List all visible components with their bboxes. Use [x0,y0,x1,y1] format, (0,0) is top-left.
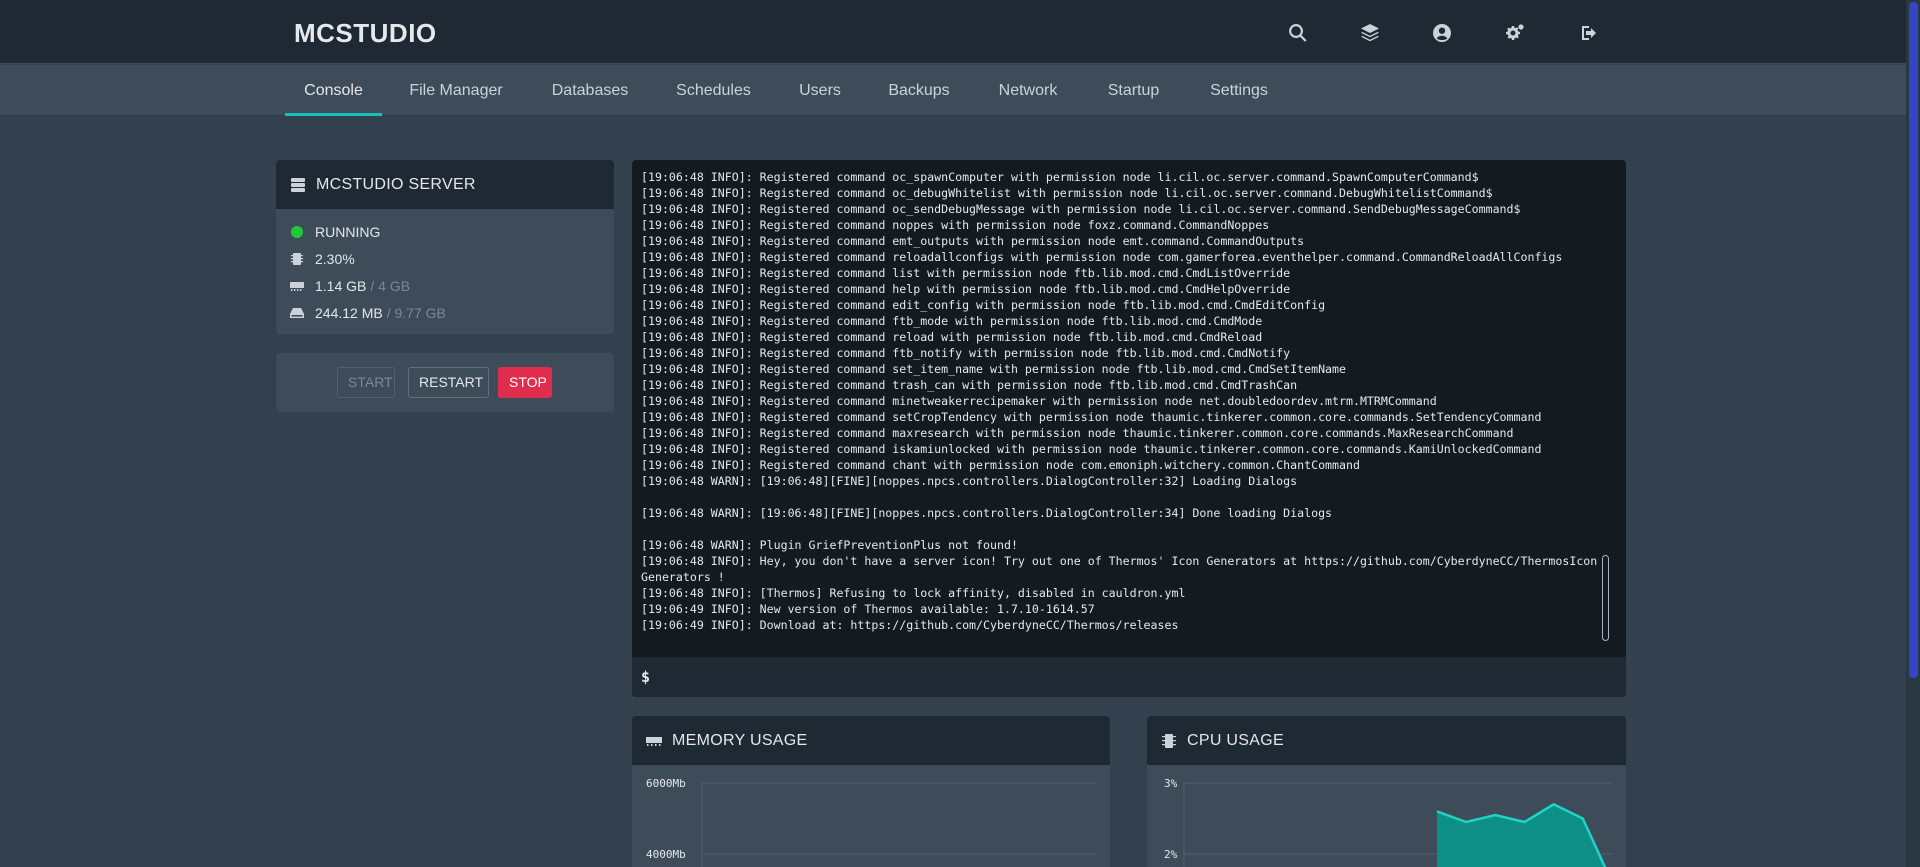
console-line: [19:06:48 INFO]: Registered command mine… [641,394,1437,408]
console-line: [19:06:48 INFO]: Registered command set_… [641,362,1346,376]
disk-used: 244.12 MB [315,305,383,321]
power-controls-card: START RESTART STOP [276,353,614,412]
layers-icon[interactable] [1357,20,1383,46]
server-title: MCSTUDIO SERVER [316,175,476,193]
tab-console[interactable]: Console [285,65,382,116]
server-nav: Console File Manager Databases Schedules… [0,65,1906,116]
console-line: [19:06:48 INFO]: [Thermos] Refusing to l… [641,586,1186,600]
console-line: [19:06:48 INFO]: Registered command edit… [641,298,1326,312]
tab-databases[interactable]: Databases [530,65,650,116]
memory-chart: 6000Mb 4000Mb [632,765,1110,867]
console-line: [19:06:48 INFO]: Hey, you don't have a s… [641,554,1598,584]
page-scrollbar-thumb[interactable] [1909,2,1918,678]
console-line: [19:06:48 WARN]: [19:06:48][FINE][noppes… [641,506,1333,520]
console-line: [19:06:48 INFO]: Registered command list… [641,266,1291,280]
start-button[interactable]: START [337,367,395,398]
memory-icon [290,279,304,293]
top-header: MCSTUDIO [0,0,1906,64]
console-line: [19:06:48 INFO]: Registered command relo… [641,250,1563,264]
tab-network[interactable]: Network [977,65,1079,116]
memory-ytick-0: 6000Mb [646,777,686,790]
console-line: [19:06:49 INFO]: Download at: https://gi… [641,618,1179,632]
cpu-usage-card: CPU USAGE 3% 2% [1147,716,1626,867]
console-line: [19:06:48 INFO]: Registered command oc_s… [641,202,1521,216]
tab-backups[interactable]: Backups [869,65,969,116]
cpu-value: 2.30% [315,251,355,267]
console-line: [19:06:48 INFO]: Registered command nopp… [641,218,1270,232]
cpu-ytick-1: 2% [1164,848,1178,861]
console-line: [19:06:48 INFO]: Registered command maxr… [641,426,1514,440]
console-line: [19:06:48 INFO]: Registered command ftb_… [641,314,1263,328]
console-line: [19:06:48 INFO]: Registered command ftb_… [641,346,1291,360]
memory-usage-header: MEMORY USAGE [632,716,1110,765]
memory-usage-card: MEMORY USAGE 6000Mb 4000Mb [632,716,1110,867]
console-line: [19:06:48 INFO]: Registered command help… [641,282,1291,296]
command-input[interactable] [658,662,1626,692]
microchip-icon [290,252,304,266]
console-line: [19:06:48 WARN]: Plugin GriefPreventionP… [641,538,1018,552]
server-info-header: MCSTUDIO SERVER [276,160,614,209]
tab-file-manager[interactable]: File Manager [391,65,521,116]
stop-button[interactable]: STOP [498,367,552,398]
tab-users[interactable]: Users [778,65,862,116]
memory-usage-title: MEMORY USAGE [672,731,808,749]
cpu-area-series [1437,804,1605,867]
status-row: RUNNING [290,222,380,242]
status-dot-icon [290,225,304,239]
cpu-row: 2.30% [290,249,355,269]
console-line: [19:06:48 INFO]: Registered command oc_d… [641,186,1493,200]
cpu-usage-header: CPU USAGE [1147,716,1626,765]
disk-row: 244.12 MB / 9.77 GB [290,303,446,323]
memory-ytick-1: 4000Mb [646,848,686,861]
memory-used: 1.14 GB [315,278,367,294]
search-icon[interactable] [1285,20,1311,46]
restart-button[interactable]: RESTART [408,367,489,398]
disk-limit: / 9.77 GB [386,305,446,321]
microchip-icon [1162,733,1176,748]
cpu-chart: 3% 2% [1147,765,1626,867]
server-info-card: MCSTUDIO SERVER RUNNING 2.30% 1.14 GB / … [276,160,614,334]
console-input-bar: $ [632,657,1626,697]
page-scrollbar[interactable] [1906,0,1920,867]
console-line: [19:06:48 INFO]: Registered command setC… [641,410,1542,424]
console-prompt: $ [641,668,651,686]
console-line: [19:06:48 INFO]: Registered command iska… [641,442,1542,456]
server-icon [291,177,305,192]
brand-title[interactable]: MCSTUDIO [294,18,437,49]
tab-schedules[interactable]: Schedules [658,65,769,116]
tab-settings[interactable]: Settings [1188,65,1290,116]
console-line: [19:06:48 INFO]: Registered command relo… [641,330,1263,344]
memory-row: 1.14 GB / 4 GB [290,276,410,296]
cpu-ytick-0: 3% [1164,777,1178,790]
cogs-icon[interactable] [1502,20,1528,46]
hdd-icon [290,306,304,320]
console-line: [19:06:48 WARN]: [19:06:48][FINE][noppes… [641,474,1298,488]
memory-limit: / 4 GB [370,278,411,294]
sign-out-icon[interactable] [1576,20,1602,46]
console-line: [19:06:48 INFO]: Registered command emt_… [641,234,1305,248]
tab-startup[interactable]: Startup [1086,65,1181,116]
console-log: [19:06:48 INFO]: Registered command oc_s… [641,169,1601,649]
memory-icon [646,736,662,746]
console-scrollbar-thumb[interactable] [1602,555,1609,641]
status-text: RUNNING [315,224,381,240]
console-panel: [19:06:48 INFO]: Registered command oc_s… [632,160,1626,697]
console-line: [19:06:48 INFO]: Registered command chan… [641,458,1360,472]
console-line: [19:06:48 INFO]: Registered command oc_s… [641,170,1479,184]
console-line: [19:06:48 INFO]: Registered command tras… [641,378,1298,392]
cpu-usage-title: CPU USAGE [1187,731,1284,749]
user-circle-icon[interactable] [1429,20,1455,46]
console-line: [19:06:49 INFO]: New version of Thermos … [641,602,1095,616]
